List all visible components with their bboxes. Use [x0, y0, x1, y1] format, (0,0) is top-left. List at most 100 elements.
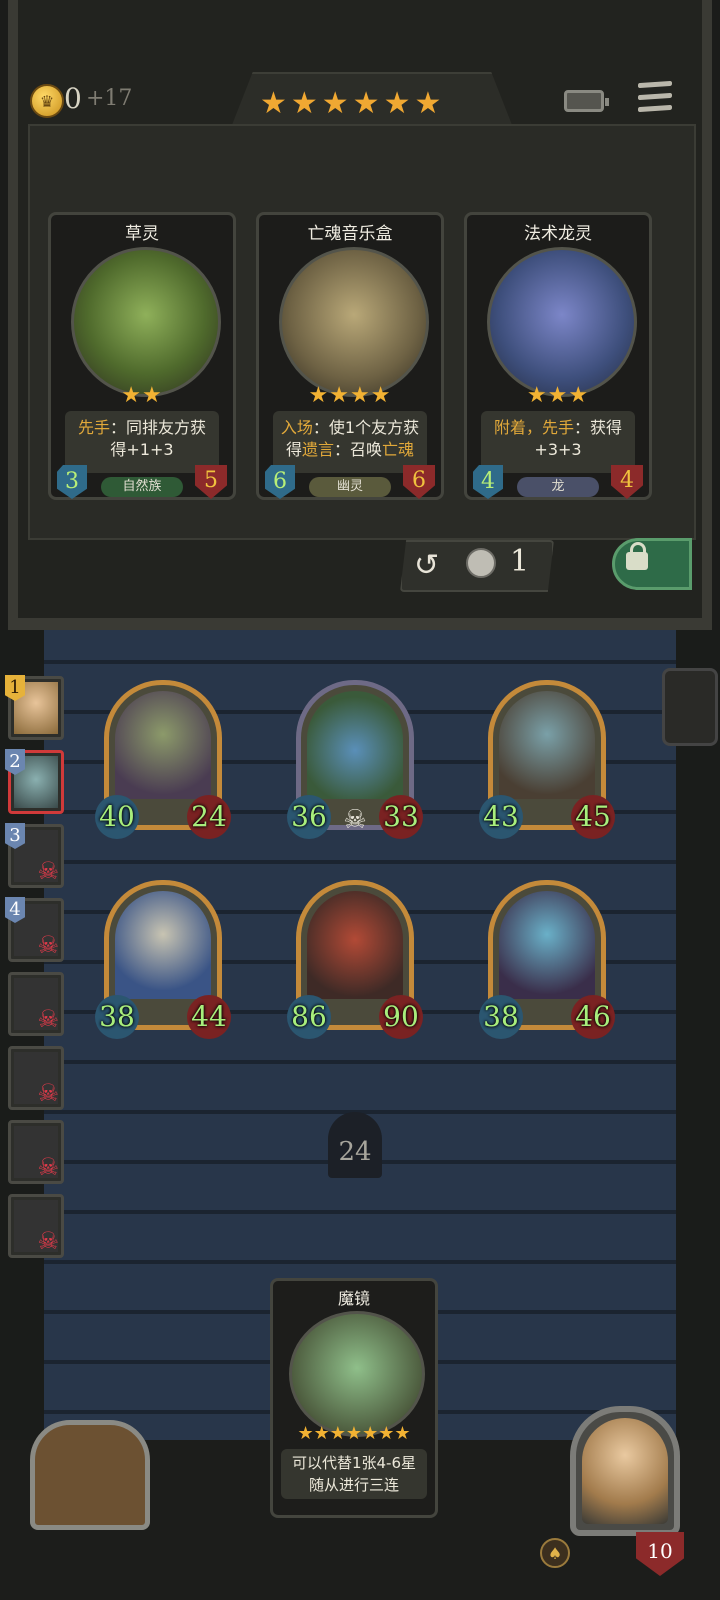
board-handle[interactable] — [662, 668, 718, 746]
minion-art — [499, 691, 595, 799]
right-wall — [676, 630, 720, 1510]
opponent-list: 1 2 3 ☠ 4 ☠ ☠ ☠ ☠ ☠ — [0, 668, 72, 1272]
card-keyword: 亡魂 — [382, 440, 415, 459]
refresh-coin-icon — [466, 548, 496, 578]
hand-card-magic-mirror[interactable]: 魔镜 ★★★★★★★ 可以代替1张4-6星 随从进行三连 — [270, 1278, 438, 1518]
card-stars: ★★★★★★★ — [297, 1423, 411, 1444]
minion-art — [115, 691, 211, 799]
attack-badge: 6 — [265, 465, 295, 499]
hero-portrait[interactable] — [570, 1406, 680, 1536]
minion-attack: 36 — [287, 795, 331, 839]
card-text: 可以代替1张4-6星 随从进行三连 — [281, 1449, 427, 1499]
card-text-line: 随从进行三连 — [308, 1476, 399, 1494]
eliminated-skull-icon: ☠ — [37, 1153, 59, 1181]
minion-art — [115, 891, 211, 999]
card-name: 魔镜 — [337, 1289, 370, 1308]
card-name: 亡魂音乐盒 — [307, 224, 393, 244]
card-text: 先手：同排友方获 得+1+3 — [65, 411, 219, 473]
tribe-label: 龙 — [517, 477, 599, 497]
opponent-portrait[interactable]: 4 ☠ — [5, 897, 64, 962]
minion-health: 45 — [571, 795, 615, 839]
card-text: 入场：使1个友方获 得遗言：召唤亡魂 — [273, 411, 427, 473]
minion-attack: 43 — [479, 795, 523, 839]
eliminated-skull-icon: ☠ — [37, 1005, 59, 1033]
eliminated-skull-icon: ☠ — [37, 1227, 59, 1255]
tavern-tier-stars: ★★★★★★ — [260, 86, 446, 121]
card-keyword: 入场 — [280, 418, 313, 437]
gold-coin-icon: ♛ — [30, 84, 64, 118]
menu-icon[interactable] — [638, 80, 672, 118]
card-art — [279, 247, 429, 397]
shop-card-spell-dragon[interactable]: 法术龙灵 ★★★ 附着，先手：获得 +3+3 4 龙 4 — [464, 212, 652, 500]
board-minion[interactable]: 86 90 — [287, 880, 423, 1039]
card-art — [71, 247, 221, 397]
board-minion[interactable]: 40 24 — [95, 680, 231, 839]
board-minion[interactable]: 36 ☠ 33 — [287, 680, 423, 839]
card-stars: ★★ — [121, 383, 163, 408]
minion-health: 90 — [379, 995, 423, 1039]
battery-icon — [564, 90, 609, 112]
opponent-portrait[interactable]: 3 ☠ — [5, 823, 64, 888]
card-text-part: 得+1+3 — [110, 440, 174, 459]
eliminated-skull-icon: ☠ — [37, 1079, 59, 1107]
opponent-portrait[interactable]: ☠ — [8, 1120, 64, 1184]
lock-shop-button[interactable] — [612, 538, 692, 590]
card-text: 附着，先手：获得 +3+3 — [481, 411, 635, 473]
opponent-portrait[interactable]: ☠ — [8, 1194, 64, 1258]
minion-attack: 38 — [479, 995, 523, 1039]
health-badge: 5 — [195, 465, 227, 499]
minion-attack: 40 — [95, 795, 139, 839]
minion-health: 24 — [187, 795, 231, 839]
card-stars: ★★★★ — [308, 383, 392, 408]
hero-power-icon[interactable]: ♠ — [540, 1538, 570, 1568]
tavern-board-icon[interactable] — [30, 1420, 150, 1530]
card-text-part: ：使1个友方获 — [312, 418, 420, 437]
tribe-label: 幽灵 — [309, 477, 391, 497]
card-name: 法术龙灵 — [524, 224, 592, 244]
gold-income: +17 — [86, 86, 133, 111]
opponent-portrait[interactable]: ☠ — [8, 1046, 64, 1110]
gold-value: 0 — [64, 82, 82, 115]
attack-badge: 4 — [473, 465, 503, 499]
shop-card-grass-spirit[interactable]: 草灵 ★★ 先手：同排友方获 得+1+3 3 自然族 5 — [48, 212, 236, 500]
skull-icon: ☠ — [343, 805, 367, 835]
minion-health: 33 — [379, 795, 423, 839]
card-keyword: 遗言 — [301, 440, 334, 459]
card-name: 草灵 — [125, 224, 159, 244]
health-badge: 6 — [403, 465, 435, 499]
board-minion[interactable]: 38 44 — [95, 880, 231, 1039]
minion-health: 46 — [571, 995, 615, 1039]
card-text-part: ：获得 — [574, 418, 623, 437]
board-minion[interactable]: 43 45 — [479, 680, 615, 839]
minion-health: 44 — [187, 995, 231, 1039]
turn-counter: 24 — [328, 1112, 382, 1178]
refresh-icon: ↺ — [414, 548, 440, 583]
opponent-portrait[interactable]: 2 — [5, 749, 64, 814]
eliminated-skull-icon: ☠ — [37, 931, 59, 959]
minion-art — [307, 691, 403, 799]
card-keyword: 先手 — [77, 418, 110, 437]
card-text-part: +3+3 — [534, 440, 582, 459]
refresh-cost: 1 — [510, 544, 530, 579]
minion-art — [307, 891, 403, 999]
card-text-part: ：召唤 — [334, 440, 383, 459]
attack-badge: 3 — [57, 465, 87, 499]
card-art — [487, 247, 637, 397]
card-text-line: 可以代替1张4-6星 — [291, 1454, 417, 1472]
shop-card-music-box[interactable]: 亡魂音乐盒 ★★★★ 入场：使1个友方获 得遗言：召唤亡魂 6 幽灵 6 — [256, 212, 444, 500]
card-text-part: ：同排友方获 — [110, 418, 207, 437]
minion-art — [499, 891, 595, 999]
eliminated-skull-icon: ☠ — [37, 857, 59, 885]
card-keyword: 附着，先手 — [493, 418, 574, 437]
health-badge: 4 — [611, 465, 643, 499]
card-stars: ★★★ — [526, 383, 590, 408]
minion-attack: 86 — [287, 995, 331, 1039]
opponent-portrait[interactable]: 1 — [5, 675, 64, 740]
board-minion[interactable]: 38 46 — [479, 880, 615, 1039]
hero-avatar — [582, 1418, 668, 1524]
card-art — [289, 1311, 425, 1437]
minion-attack: 38 — [95, 995, 139, 1039]
opponent-portrait[interactable]: ☠ — [8, 972, 64, 1036]
lock-icon — [626, 542, 648, 570]
tribe-label: 自然族 — [101, 477, 183, 497]
